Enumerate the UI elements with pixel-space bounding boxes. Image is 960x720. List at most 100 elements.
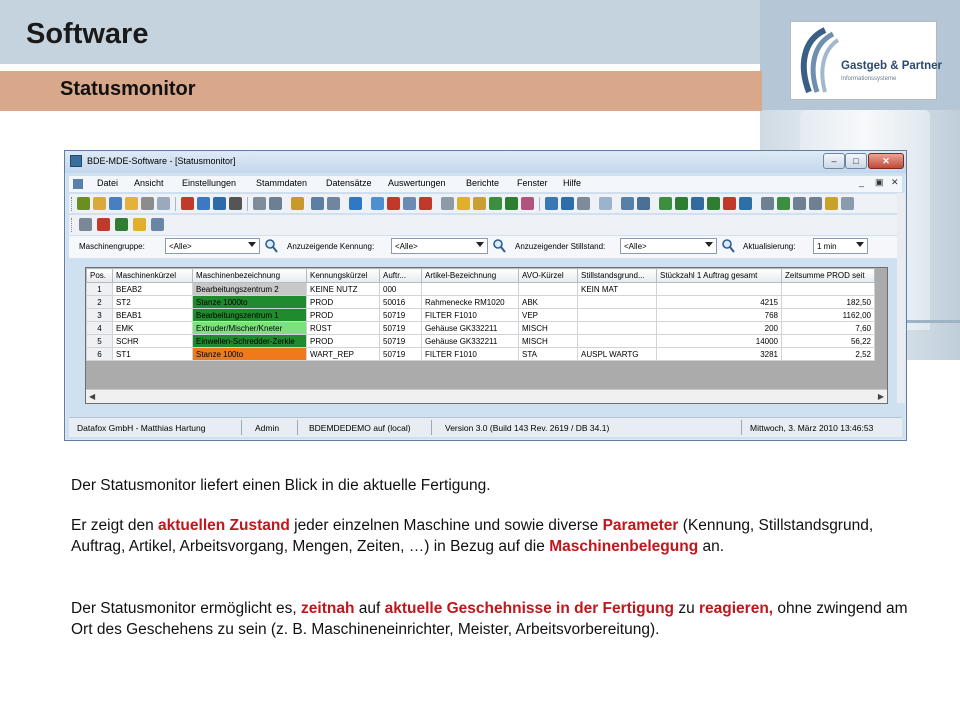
table-row[interactable]: 6 ST1 Stanze 100to WART_REP 50719 FILTER F101… — [86, 347, 875, 361]
toolbar-refresh-icon[interactable] — [545, 197, 558, 210]
cell-bezeichnung[interactable]: Extruder/Mischer/Kneter — [192, 321, 307, 335]
cell-pos[interactable]: 4 — [86, 321, 113, 335]
cell-stueck[interactable] — [656, 282, 782, 296]
toolbar-tools-icon[interactable] — [387, 197, 400, 210]
cell-auftrag[interactable]: 50719 — [379, 347, 422, 361]
toolbar-export-icon[interactable] — [561, 197, 574, 210]
cell-stillstand[interactable] — [577, 334, 657, 348]
toolbar-blue-icon[interactable] — [691, 197, 704, 210]
cell-auftrag[interactable]: 000 — [379, 282, 422, 296]
cell-kuerzel[interactable]: BEAB1 — [112, 308, 193, 322]
cell-avo[interactable]: MISCH — [518, 321, 578, 335]
toolbar-tree-icon[interactable] — [229, 197, 242, 210]
horizontal-scrollbar[interactable]: ◀ ▶ — [86, 389, 887, 403]
toolbar-flag-icon[interactable] — [419, 197, 432, 210]
toolbar-globe-icon[interactable] — [349, 197, 362, 210]
cell-stillstand[interactable]: AUSPL WARTG — [577, 347, 657, 361]
column-header[interactable]: Maschinenkürzel — [112, 268, 193, 283]
menu-stammdaten[interactable]: Stammdaten — [256, 178, 307, 188]
cell-avo[interactable]: MISCH — [518, 334, 578, 348]
table-row[interactable]: 2 ST2 Stanze 1000to PROD 50016 Rahmenecke RM1… — [86, 295, 875, 309]
toolbar-green-icon[interactable] — [675, 197, 688, 210]
cell-kuerzel[interactable]: SCHR — [112, 334, 193, 348]
menu-hilfe[interactable]: Hilfe — [563, 178, 581, 188]
cell-bezeichnung[interactable]: Stanze 1000to — [192, 295, 307, 309]
cell-avo[interactable]: STA — [518, 347, 578, 361]
menu-einstellungen[interactable]: Einstellungen — [182, 178, 236, 188]
toolbar-edit-icon[interactable] — [291, 197, 304, 210]
column-header[interactable]: Pos. — [86, 268, 113, 283]
toolbar-grid-icon[interactable] — [157, 197, 170, 210]
column-header[interactable]: Zeitsumme PROD seit — [781, 268, 875, 283]
search-icon[interactable] — [721, 238, 736, 254]
cell-kennung[interactable]: WART_REP — [306, 347, 380, 361]
toolbar-table-icon[interactable] — [311, 197, 324, 210]
column-header[interactable]: AVO-Kürzel — [518, 268, 578, 283]
menu-datei[interactable]: Datei — [97, 178, 118, 188]
table-row[interactable]: 4 EMK Extruder/Mischer/Kneter RÜST 50719 Gehä… — [86, 321, 875, 335]
mdi-restore-button[interactable]: ▣ — [875, 177, 884, 188]
cell-pos[interactable]: 5 — [86, 334, 113, 348]
menu-berichte[interactable]: Berichte — [466, 178, 499, 188]
cell-artikel[interactable] — [421, 282, 519, 296]
stillstand-select[interactable]: <Alle> — [620, 238, 717, 254]
cell-kuerzel[interactable]: EMK — [112, 321, 193, 335]
toolbar-yellow-icon[interactable] — [825, 197, 838, 210]
toolbar-grip[interactable] — [71, 218, 74, 232]
search-icon[interactable] — [492, 238, 507, 254]
toolbar-alert-icon[interactable] — [473, 197, 486, 210]
cell-bezeichnung[interactable]: Bearbeitungszentrum 1 — [192, 308, 307, 322]
cell-stueck[interactable]: 14000 — [656, 334, 782, 348]
cell-kuerzel[interactable]: ST1 — [112, 347, 193, 361]
toolbar-od2-icon[interactable] — [777, 197, 790, 210]
menu-auswertungen[interactable]: Auswertungen — [388, 178, 446, 188]
toolbar-table-green-icon[interactable] — [707, 197, 720, 210]
toolbar-last-icon[interactable] — [841, 197, 854, 210]
cell-stueck[interactable]: 3281 — [656, 347, 782, 361]
cell-artikel[interactable]: Rahmenecke RM1020 — [421, 295, 519, 309]
cell-kennung[interactable]: PROD — [306, 295, 380, 309]
cell-pos[interactable]: 1 — [86, 282, 113, 296]
cell-zeit[interactable]: 1162,00 — [781, 308, 875, 322]
cell-auftrag[interactable]: 50719 — [379, 334, 422, 348]
toolbar-tool-icon[interactable] — [77, 197, 90, 210]
cell-artikel[interactable]: FILTER F1010 — [421, 308, 519, 322]
cell-kennung[interactable]: KEINE NUTZ — [306, 282, 380, 296]
cell-avo[interactable]: VEP — [518, 308, 578, 322]
toolbar-copy-icon[interactable] — [269, 197, 282, 210]
cell-pos[interactable]: 6 — [86, 347, 113, 361]
cell-stillstand[interactable] — [577, 295, 657, 309]
toolbar-doc-icon[interactable] — [441, 197, 454, 210]
cell-kuerzel[interactable]: ST2 — [112, 295, 193, 309]
document-icon[interactable] — [73, 179, 83, 189]
cell-pos[interactable]: 3 — [86, 308, 113, 322]
search-icon[interactable] — [264, 238, 279, 254]
window-titlebar[interactable]: BDE-MDE-Software - [Statusmonitor] – □ ✕ — [65, 151, 906, 173]
column-header[interactable]: Maschinenbezeichnung — [192, 268, 307, 283]
toolbar-palette-icon[interactable] — [659, 197, 672, 210]
toolbar-chart-icon[interactable] — [489, 197, 502, 210]
menu-datensaetze[interactable]: Datensätze — [326, 178, 372, 188]
cell-zeit[interactable] — [781, 282, 875, 296]
toolbar-grip[interactable] — [71, 197, 74, 211]
cell-auftrag[interactable]: 50719 — [379, 321, 422, 335]
cell-pos[interactable]: 2 — [86, 295, 113, 309]
column-header[interactable]: Kennungskürzel — [306, 268, 380, 283]
toolbar-od4-icon[interactable] — [809, 197, 822, 210]
cell-stueck[interactable]: 4215 — [656, 295, 782, 309]
toolbar-folder-icon[interactable] — [93, 197, 106, 210]
toolbar-network-icon[interactable] — [403, 197, 416, 210]
table-row[interactable]: 5 SCHR Einwellen-Schredder-Zerkle PROD 50719… — [86, 334, 875, 348]
pdf-icon[interactable] — [97, 218, 110, 231]
toolbar-ca-icon[interactable] — [723, 197, 736, 210]
toolbar-grid2-icon[interactable] — [637, 197, 650, 210]
toolbar-machine-icon[interactable] — [197, 197, 210, 210]
toolbar-folder-icon[interactable] — [125, 197, 138, 210]
cell-stillstand[interactable]: KEIN MAT — [577, 282, 657, 296]
column-header[interactable]: Stillstandsgrund... — [577, 268, 657, 283]
cell-bezeichnung[interactable]: Bearbeitungszentrum 2 — [192, 282, 307, 296]
toolbar-od1-icon[interactable] — [761, 197, 774, 210]
vertical-scrollbar[interactable] — [897, 193, 905, 403]
column-header[interactable]: Auftr... — [379, 268, 422, 283]
cell-zeit[interactable]: 7,60 — [781, 321, 875, 335]
